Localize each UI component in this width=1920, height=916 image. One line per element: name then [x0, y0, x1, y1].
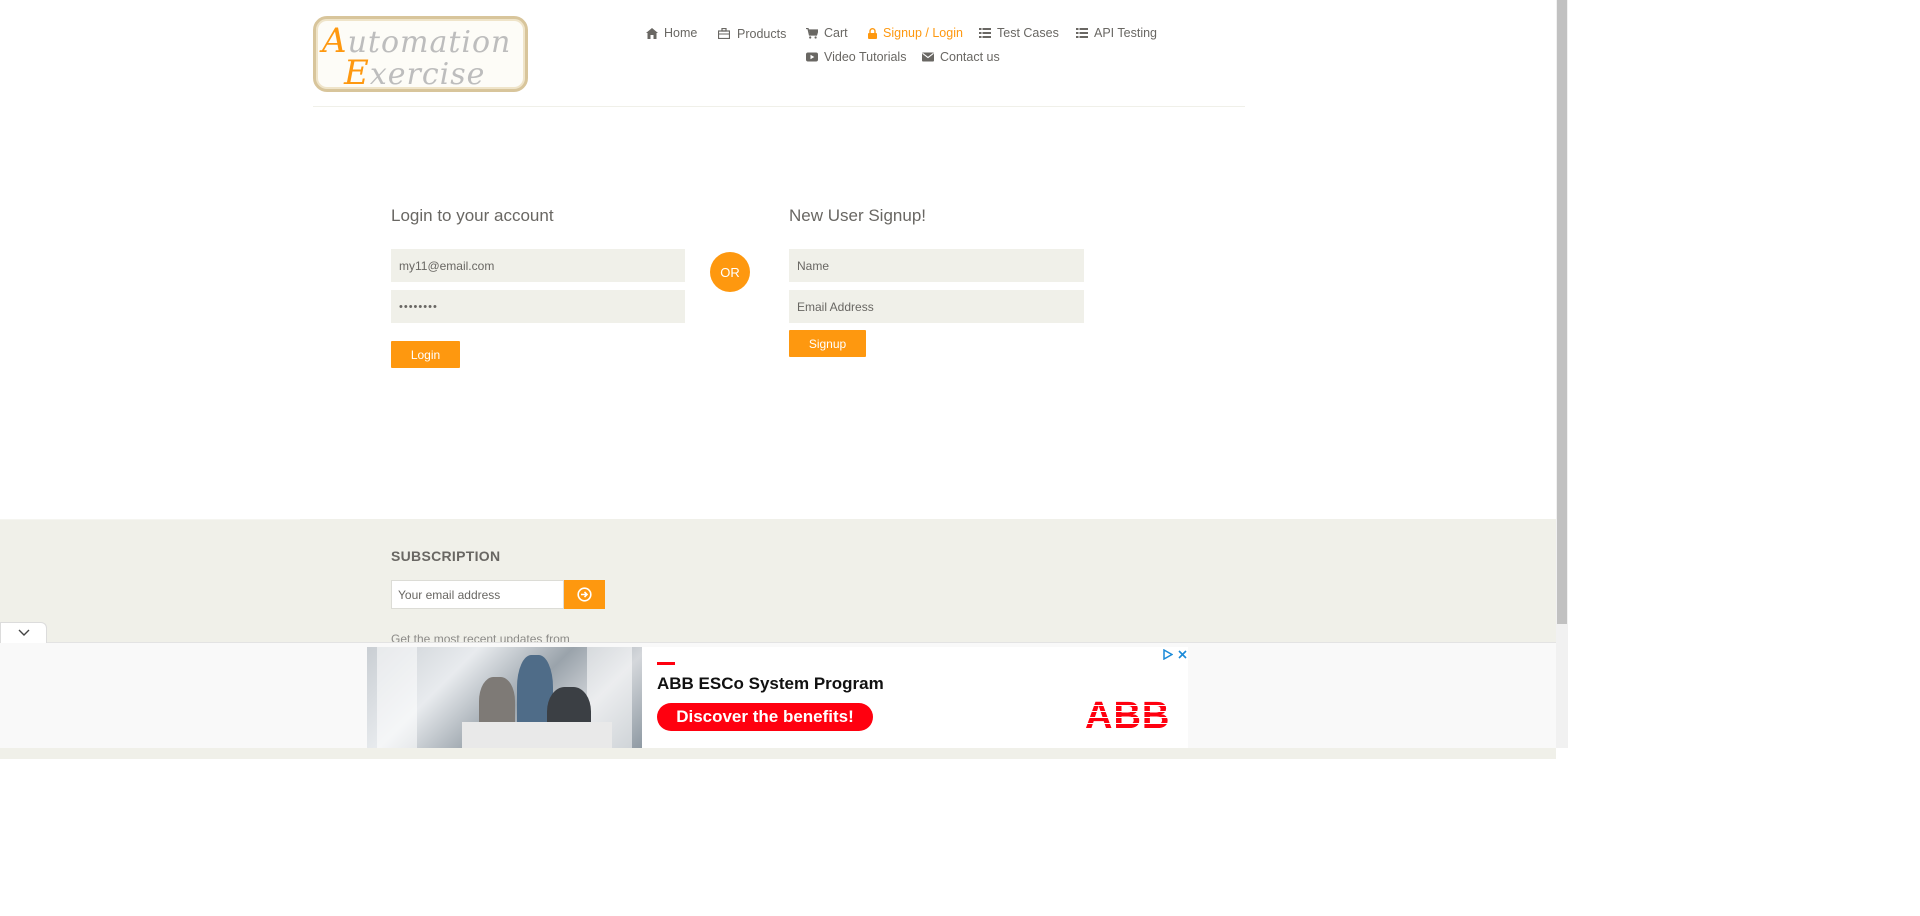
signup-button[interactable]: Signup — [789, 330, 866, 357]
products-icon — [718, 27, 730, 39]
close-icon[interactable] — [1177, 649, 1188, 660]
cart-icon — [806, 27, 818, 39]
ad-cta-button[interactable]: Discover the benefits! — [657, 703, 873, 731]
adchoices-icon[interactable] — [1162, 649, 1173, 660]
nav-cart[interactable]: Cart — [806, 26, 848, 40]
nav-api-testing[interactable]: API Testing — [1076, 26, 1157, 40]
signup-name-input[interactable]: Name — [789, 249, 1084, 282]
nav-products[interactable]: Products — [718, 26, 787, 41]
nav-products-label: Products — [737, 27, 787, 41]
nav-test-cases-label: Test Cases — [997, 26, 1059, 40]
ad-banner[interactable]: ABB ESCo System Program Discover the ben… — [367, 647, 1188, 748]
ad-collapse-button[interactable] — [0, 622, 47, 643]
lock-icon — [868, 27, 877, 39]
nav-home[interactable]: Home — [646, 26, 697, 40]
signup-title: New User Signup! — [789, 206, 927, 225]
nav-video-tutorials-label: Video Tutorials — [824, 50, 907, 64]
logo-text-2: xercise — [369, 57, 486, 92]
site-logo[interactable]: Automation Exercise — [313, 16, 528, 93]
arrow-circle-right-icon — [577, 587, 592, 602]
nav-test-cases[interactable]: Test Cases — [979, 26, 1059, 40]
login-button[interactable]: Login — [391, 341, 460, 368]
list-icon — [979, 28, 991, 38]
chevron-down-icon — [18, 629, 29, 636]
nav-video-tutorials[interactable]: Video Tutorials — [806, 50, 906, 64]
signup-email-input[interactable]: Email Address — [789, 290, 1084, 323]
nav-signup-login-label: Signup / Login — [883, 26, 963, 40]
nav-contact-us-label: Contact us — [940, 50, 1000, 64]
ad-brand-logo: ABB — [1085, 695, 1171, 737]
subscription-title: SUBSCRIPTION — [391, 548, 501, 564]
scrollbar-thumb[interactable] — [1557, 0, 1567, 624]
nav-home-label: Home — [664, 26, 698, 40]
nav-api-testing-label: API Testing — [1094, 26, 1158, 40]
home-icon — [646, 27, 658, 39]
ad-photo — [367, 647, 642, 748]
login-password-input[interactable]: •••••••• — [391, 290, 685, 323]
login-email-input[interactable]: my11@email.com — [391, 249, 685, 282]
envelope-icon — [922, 52, 934, 62]
list-icon — [1076, 28, 1088, 38]
subscribe-button[interactable] — [564, 580, 605, 609]
logo-initial-e: E — [344, 53, 370, 93]
ad-accent-dash — [657, 662, 675, 665]
logo-line-2: Exercise — [344, 53, 485, 93]
youtube-icon — [806, 52, 818, 62]
site-header: Automation Exercise Home Products Cart S… — [0, 0, 1556, 108]
ad-headline: ABB ESCo System Program — [657, 674, 884, 693]
subscription-email-input[interactable]: Your email address — [391, 580, 564, 609]
or-divider: OR — [710, 252, 750, 292]
header-divider — [313, 106, 1245, 107]
nav-contact-us[interactable]: Contact us — [922, 50, 1000, 64]
ad-controls — [1162, 649, 1188, 660]
footer-edge — [0, 519, 300, 520]
login-title: Login to your account — [391, 206, 554, 225]
nav-signup-login[interactable]: Signup / Login — [868, 26, 963, 40]
nav-cart-label: Cart — [824, 26, 848, 40]
